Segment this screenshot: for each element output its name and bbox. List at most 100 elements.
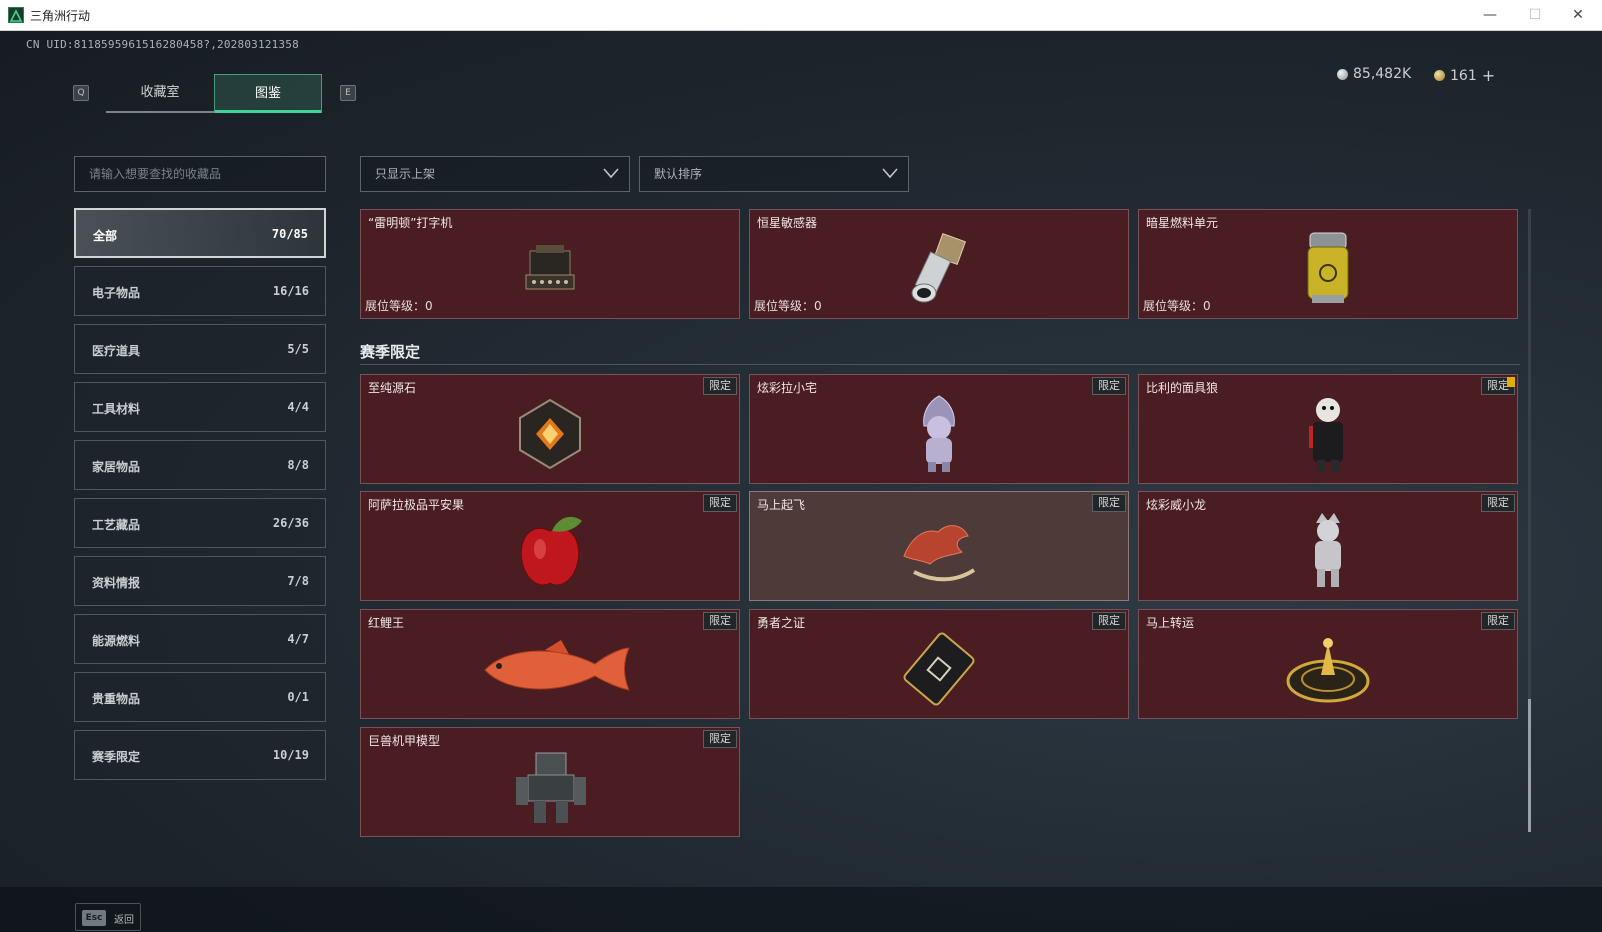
silver-coin-icon: [1337, 68, 1348, 80]
item-card-pure-source-stone[interactable]: 至纯源石 限定: [360, 374, 740, 484]
availability-value: 只显示上架: [375, 167, 436, 181]
limited-badge: 限定: [1481, 612, 1515, 630]
alert-icon: [1507, 377, 1515, 387]
category-label: 工艺藏品: [92, 518, 141, 532]
horse-icon: [903, 525, 976, 582]
category-fuel[interactable]: 能源燃料 4/7: [74, 614, 326, 664]
category-label: 赛季限定: [92, 750, 141, 764]
wheel-icon: [1286, 638, 1370, 703]
item-name: 马上转运: [1146, 616, 1195, 630]
game-stage: CN UID:8118595961516280458?,202803121358…: [0, 31, 1602, 932]
tab-collection-room[interactable]: 收藏室: [106, 74, 214, 111]
item-card-flying-horse[interactable]: 马上起飞 限定: [749, 491, 1129, 601]
apple-icon: [520, 517, 582, 586]
maximize-button[interactable]: ☐: [1515, 4, 1555, 26]
item-card-billy-puppet[interactable]: 比利的面具狼 限定: [1138, 374, 1518, 484]
limited-badge: 限定: [1092, 612, 1126, 630]
search-input[interactable]: [75, 157, 325, 191]
category-count: 7/8: [287, 574, 309, 588]
item-name: 暗星燃料单元: [1146, 216, 1219, 230]
category-count: 70/85: [271, 227, 308, 241]
search-box[interactable]: [74, 156, 326, 192]
close-button[interactable]: ✕: [1558, 4, 1598, 26]
typewriter-icon: [525, 245, 575, 290]
item-name: 马上起飞: [757, 498, 806, 512]
mech-icon: [516, 752, 586, 824]
category-intel[interactable]: 资料情报 7/8: [74, 556, 326, 606]
category-count: 5/5: [287, 342, 309, 356]
limited-badge: 限定: [703, 730, 737, 748]
gem-icon: [519, 399, 581, 470]
item-name: 比利的面具狼: [1146, 381, 1219, 395]
card-icon: [903, 632, 975, 706]
back-label: 返回: [114, 915, 134, 926]
gold-currency: 161 +: [1434, 66, 1495, 85]
category-label: 家居物品: [92, 460, 141, 474]
item-card-star-sensor[interactable]: 恒星敏感器 展位等级：0: [749, 209, 1129, 319]
figure-icon: [923, 395, 955, 473]
back-button[interactable]: Esc 返回: [75, 903, 141, 931]
puppet-icon: [1309, 398, 1343, 473]
availability-dropdown[interactable]: 只显示上架: [360, 156, 630, 192]
category-label: 工具材料: [92, 402, 141, 416]
item-name: 阿萨拉极品平安果: [368, 498, 465, 512]
item-card-colorful-dragon[interactable]: 炫彩威小龙 限定: [1138, 491, 1518, 601]
item-card-fortune-wheel[interactable]: 马上转运 限定: [1138, 609, 1518, 719]
category-label: 贵重物品: [92, 692, 141, 706]
item-card-colorful-figure[interactable]: 炫彩拉小宅 限定: [749, 374, 1129, 484]
item-card-fuel-cell[interactable]: 暗星燃料单元 展位等级：0: [1138, 209, 1518, 319]
category-electronics[interactable]: 电子物品 16/16: [74, 266, 326, 316]
limited-badge: 限定: [703, 612, 737, 630]
footer-bar: [0, 887, 1602, 932]
star-sensor-icon: [911, 233, 967, 303]
section-divider: [360, 364, 1520, 365]
sort-dropdown[interactable]: 默认排序: [639, 156, 909, 192]
window-titlebar: 三角洲行动 — ☐ ✕: [0, 0, 1602, 31]
player-uid: CN UID:8118595961516280458?,202803121358: [26, 38, 299, 51]
prev-tab-key[interactable]: Q: [73, 85, 89, 101]
category-count: 8/8: [287, 458, 309, 472]
item-card-hero-proof[interactable]: 勇者之证 限定: [749, 609, 1129, 719]
next-tab-key[interactable]: E: [340, 85, 356, 101]
category-tools[interactable]: 工具材料 4/4: [74, 382, 326, 432]
category-medical[interactable]: 医疗道具 5/5: [74, 324, 326, 374]
app-logo-icon: [8, 7, 24, 23]
tab-catalog[interactable]: 图鉴: [214, 74, 322, 113]
minimize-button[interactable]: —: [1470, 4, 1510, 26]
item-name: 至纯源石: [368, 381, 417, 395]
category-label: 医疗道具: [92, 344, 141, 358]
limited-badge: 限定: [1481, 494, 1515, 512]
dragon-figure-icon: [1315, 513, 1341, 588]
limited-badge: 限定: [1092, 377, 1126, 395]
scrollbar-thumb[interactable]: [1528, 699, 1531, 832]
limited-badge: 限定: [703, 377, 737, 395]
esc-key-icon: Esc: [82, 910, 106, 926]
item-name: 勇者之证: [757, 616, 806, 630]
category-count: 10/19: [272, 748, 309, 762]
item-card-red-koi[interactable]: 红鲤王 限定: [360, 609, 740, 719]
add-currency-button[interactable]: +: [1482, 66, 1495, 85]
item-card-apple[interactable]: 阿萨拉极品平安果 限定: [360, 491, 740, 601]
silver-amount: 85,482K: [1353, 66, 1412, 82]
category-crafts[interactable]: 工艺藏品 26/36: [74, 498, 326, 548]
category-count: 4/4: [287, 400, 309, 414]
category-season-limited[interactable]: 赛季限定 10/19: [74, 730, 326, 780]
category-count: 26/36: [272, 516, 309, 530]
item-level: 展位等级：0: [1143, 299, 1211, 313]
item-name: 炫彩拉小宅: [757, 381, 818, 395]
category-all[interactable]: 全部 70/85: [74, 208, 326, 258]
item-level: 展位等级：0: [754, 299, 822, 313]
gold-coin-icon: [1434, 70, 1445, 81]
category-valuables[interactable]: 贵重物品 0/1: [74, 672, 326, 722]
season-section-title: 赛季限定: [360, 343, 421, 361]
item-card-typewriter[interactable]: “雷明顿”打字机 展位等级：0: [360, 209, 740, 319]
item-name: 恒星敏感器: [757, 216, 818, 230]
sort-value: 默认排序: [654, 167, 703, 181]
category-label: 能源燃料: [92, 634, 141, 648]
limited-badge: 限定: [703, 494, 737, 512]
item-card-mech-model[interactable]: 巨兽机甲模型 限定: [360, 727, 740, 837]
window-title: 三角洲行动: [30, 9, 91, 23]
silver-currency: 85,482K: [1337, 66, 1411, 82]
main-tabs: 收藏室 图鉴: [106, 74, 322, 113]
category-household[interactable]: 家居物品 8/8: [74, 440, 326, 490]
